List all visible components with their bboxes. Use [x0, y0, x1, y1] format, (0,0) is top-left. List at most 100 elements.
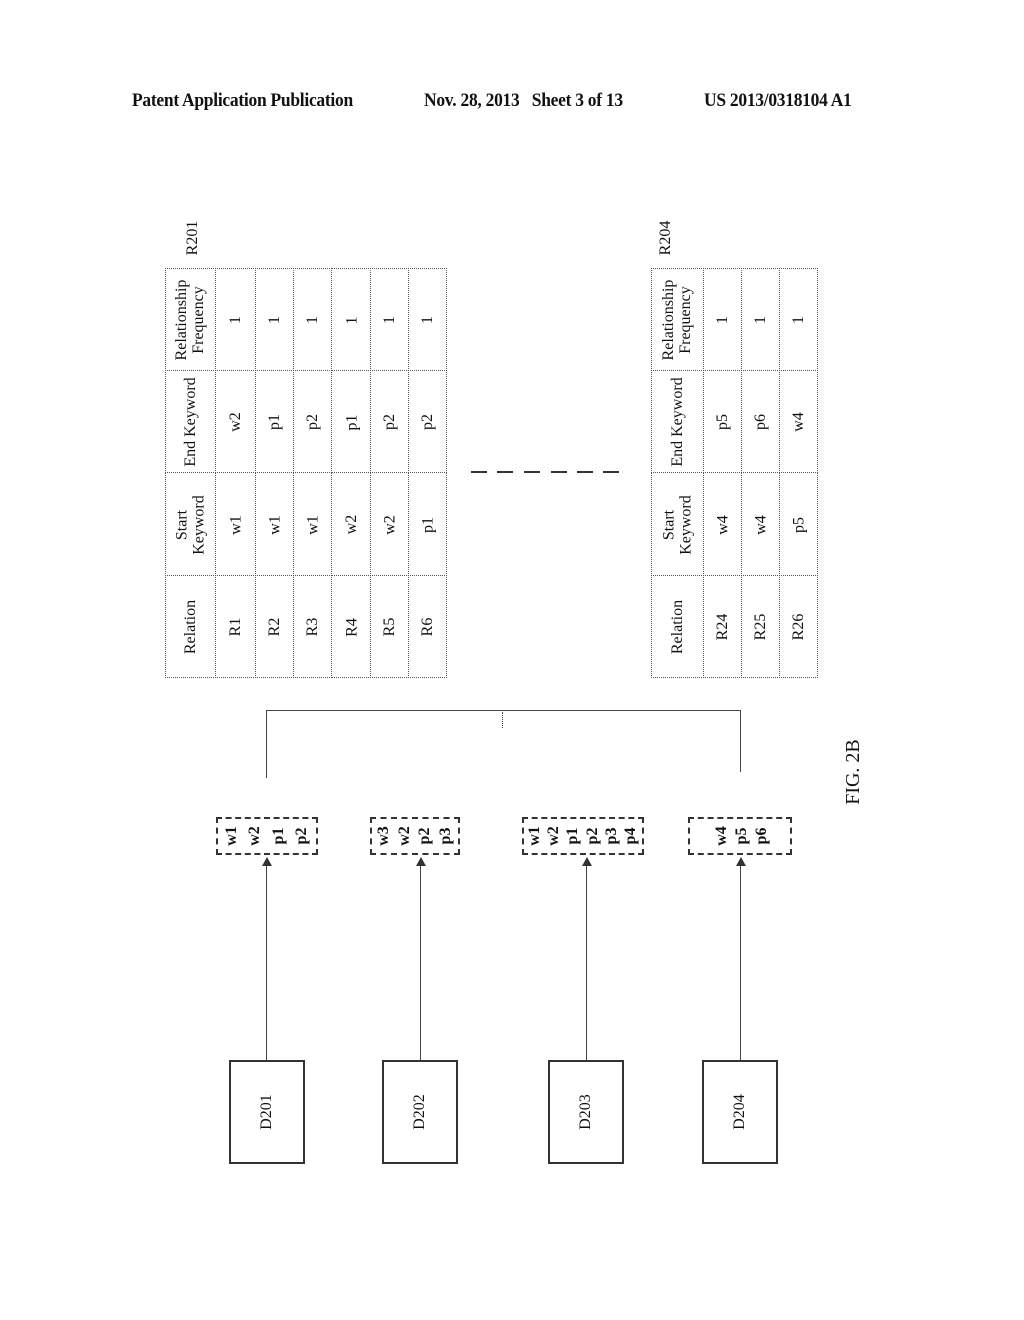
keyword: w2: [395, 826, 413, 846]
table-cell: 1: [255, 268, 294, 371]
keyword-set-box: w1 w2 p1 p2 p3 p4: [522, 817, 644, 855]
arrow-line: [266, 864, 267, 1060]
cell-value: p5: [714, 414, 731, 430]
cell-value: p2: [381, 414, 398, 430]
arrow-line: [420, 864, 421, 1060]
column-header-label: Relationship Frequency: [173, 279, 207, 361]
cell-value: w1: [266, 514, 283, 535]
document-box: D202: [382, 1060, 458, 1164]
cell-value: R3: [304, 617, 321, 637]
column-header: Relationship Frequency: [165, 268, 216, 371]
table-cell: p2: [293, 370, 332, 473]
table-label: R201: [184, 220, 201, 256]
arrow-line: [586, 864, 587, 1060]
column-header: Relation: [651, 575, 704, 678]
document-box: D201: [229, 1060, 305, 1164]
arrowhead-icon: [416, 857, 426, 866]
cell-value: 1: [419, 316, 436, 324]
keyword: p2: [583, 827, 601, 845]
document-label: D202: [411, 1094, 428, 1130]
keyword: p3: [602, 827, 620, 845]
cell-value: R2: [266, 617, 283, 637]
table-cell: w1: [293, 472, 332, 576]
document-box: D203: [548, 1060, 624, 1164]
table-cell: w4: [703, 472, 742, 576]
document-label: D203: [577, 1094, 594, 1130]
cell-value: p1: [343, 414, 360, 430]
cell-value: 1: [343, 316, 360, 324]
keyword-set-box: w4 p5 p6: [688, 817, 792, 855]
keyword: w1: [223, 826, 240, 846]
document-label: D201: [258, 1094, 275, 1130]
cell-value: R25: [752, 613, 769, 641]
table-cell: R3: [293, 575, 332, 678]
cell-value: R4: [343, 617, 360, 637]
column-header: End Keyword: [165, 370, 216, 473]
cell-value: 1: [266, 316, 283, 324]
keyword: w1: [526, 826, 544, 846]
table-cell: 1: [370, 268, 409, 371]
column-header: Start Keyword: [651, 472, 704, 576]
keyword: p2: [416, 827, 434, 845]
cell-value: 1: [752, 316, 769, 324]
cell-value: p2: [304, 414, 321, 430]
column-header-label: Start Keyword: [173, 494, 207, 555]
table-cell: R1: [215, 575, 256, 678]
table-cell: 1: [703, 268, 742, 371]
table-cell: R2: [255, 575, 294, 678]
table-cell: 1: [293, 268, 332, 371]
column-header: Start Keyword: [165, 472, 216, 576]
keyword: p1: [269, 827, 287, 845]
table-cell: R25: [741, 575, 780, 678]
table-cell: w1: [215, 472, 256, 576]
table-cell: R26: [779, 575, 818, 678]
table-cell: 1: [331, 268, 371, 371]
cell-value: R1: [227, 617, 244, 637]
keyword: p1: [564, 827, 582, 845]
table-cell: w4: [741, 472, 780, 576]
table-cell: p1: [331, 370, 371, 473]
keyword: p6: [753, 827, 770, 845]
table-cell: p2: [408, 370, 447, 473]
cell-value: R26: [790, 613, 807, 641]
keyword: w4: [713, 826, 730, 846]
keyword: w3: [375, 826, 393, 846]
table-cell: p2: [370, 370, 409, 473]
publication-title: Patent Application Publication: [132, 90, 353, 111]
column-header-label: Relation: [668, 599, 686, 655]
table-cell: w2: [331, 472, 371, 576]
publication-number: US 2013/0318104 A1: [704, 90, 852, 111]
cell-value: w4: [752, 514, 769, 535]
column-header-label: Relationship Frequency: [660, 279, 694, 361]
cell-value: 1: [790, 316, 807, 324]
cell-value: w1: [304, 514, 321, 535]
table-cell: 1: [779, 268, 818, 371]
cell-value: R24: [714, 613, 731, 641]
cell-value: w2: [227, 412, 244, 432]
column-header: Relationship Frequency: [651, 268, 704, 371]
table-cell: 1: [215, 268, 256, 371]
table-cell: 1: [408, 268, 447, 371]
table-cell: w1: [255, 472, 294, 576]
cell-value: 1: [227, 316, 244, 324]
keyword: p2: [293, 827, 310, 845]
keyword-set-box: w3 w2 p2 p3: [370, 817, 460, 855]
column-header-label: End Keyword: [668, 377, 686, 467]
cell-value: w2: [381, 514, 398, 535]
cell-value: R6: [419, 617, 436, 637]
cell-value: 1: [304, 316, 321, 324]
table-cell: p6: [741, 370, 780, 473]
table-cell: p5: [703, 370, 742, 473]
keyword: p4: [621, 827, 639, 845]
cell-value: p1: [419, 516, 436, 533]
table-cell: R6: [408, 575, 447, 678]
keyword: p5: [733, 827, 750, 845]
keyword-set-box: w1 w2 p1 p2: [216, 817, 318, 855]
column-header-label: End Keyword: [181, 377, 199, 467]
table-cell: R5: [370, 575, 409, 678]
cell-value: w4: [714, 514, 731, 535]
cell-value: p1: [266, 414, 283, 430]
publication-date-sheet: Nov. 28, 2013 Sheet 3 of 13: [424, 90, 623, 111]
table-cell: p5: [779, 472, 818, 576]
table-label: R204: [657, 220, 674, 256]
